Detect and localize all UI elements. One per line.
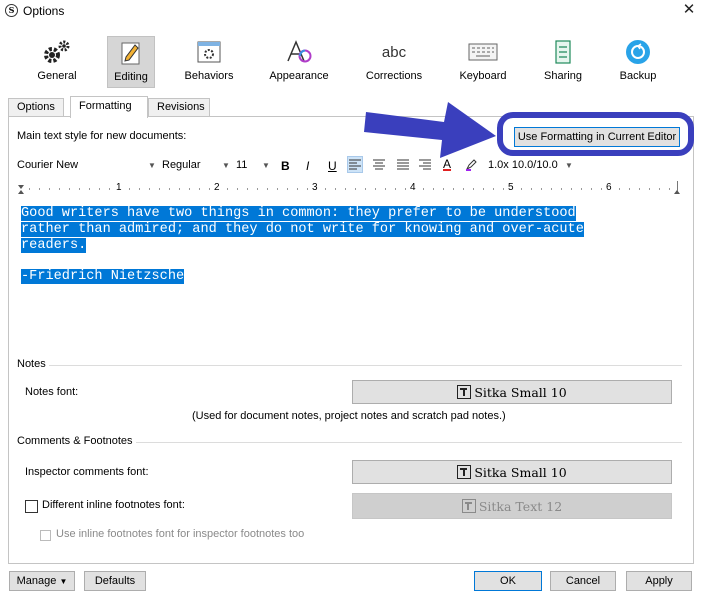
font-size-select[interactable]: 11: [236, 159, 247, 171]
window-title: Options: [23, 4, 65, 18]
category-editing[interactable]: Editing: [107, 36, 155, 88]
highlighter-icon[interactable]: [465, 158, 478, 171]
bold-button[interactable]: B: [281, 159, 290, 173]
sample-text-line: readers.: [21, 238, 87, 253]
sample-text-line: rather than admired; and they do not wri…: [21, 222, 584, 237]
inspector-comments-label: Inspector comments font:: [25, 466, 149, 478]
comments-section-label: Comments & Footnotes: [17, 435, 136, 447]
ruler-number: 1: [116, 182, 122, 193]
align-left-icon: [349, 159, 361, 170]
cancel-button[interactable]: Cancel: [550, 571, 616, 591]
sample-text-editor[interactable]: Good writers have two things in common: …: [17, 202, 682, 352]
category-corrections[interactable]: abc Corrections: [357, 36, 431, 88]
app-icon: S: [5, 4, 18, 17]
text-color-icon[interactable]: A: [443, 157, 451, 171]
abc-icon: abc: [381, 43, 407, 61]
sample-text-author: -Friedrich Nietzsche: [21, 269, 185, 284]
window-gear-icon: [172, 36, 246, 68]
italic-button[interactable]: I: [306, 159, 309, 173]
keyboard-icon: [446, 36, 520, 68]
tab-options[interactable]: Options: [8, 98, 64, 117]
apply-button[interactable]: Apply: [626, 571, 692, 591]
use-inline-footnotes-checkbox[interactable]: [40, 530, 51, 541]
notes-section-label: Notes: [17, 358, 49, 370]
font-icon: [457, 465, 472, 479]
ruler-number: 2: [214, 182, 220, 193]
font-icon: [461, 499, 476, 513]
ruler-number: 4: [410, 182, 416, 193]
line-spacing-select[interactable]: 1.0x 10.0/10.0: [488, 159, 558, 171]
font-color-icon: [262, 36, 336, 68]
inspector-comments-font-button[interactable]: Sitka Small 10: [352, 460, 672, 484]
notes-font-label: Notes font:: [25, 386, 79, 398]
tab-formatting[interactable]: Formatting: [70, 96, 148, 118]
ok-button[interactable]: OK: [474, 571, 542, 591]
ruler-number: 6: [606, 182, 612, 193]
category-backup[interactable]: Backup: [601, 36, 675, 88]
main-style-label: Main text style for new documents:: [17, 130, 187, 142]
chevron-down-icon[interactable]: ▼: [222, 161, 230, 170]
title-bar: S Options ✕: [0, 0, 701, 22]
ruler-number: 5: [508, 182, 514, 193]
notes-font-button[interactable]: Sitka Small 10: [352, 380, 672, 404]
ruler[interactable]: 1 2 3 4 5 6: [17, 180, 682, 198]
category-label: Sharing: [544, 70, 582, 82]
category-label: Backup: [619, 70, 657, 82]
category-label: Corrections: [365, 70, 423, 82]
category-sharing[interactable]: Sharing: [526, 36, 600, 88]
category-label: Appearance: [269, 70, 329, 82]
category-general[interactable]: General: [20, 36, 94, 88]
font-family-select[interactable]: Courier New: [17, 159, 78, 171]
chevron-down-icon[interactable]: ▼: [565, 161, 573, 170]
pencil-icon: [108, 37, 154, 69]
inline-footnotes-font-button[interactable]: Sitka Text 12: [352, 493, 672, 519]
chevron-down-icon: ▼: [59, 577, 68, 586]
category-label: General: [37, 70, 77, 82]
align-right-icon[interactable]: [419, 159, 431, 170]
font-style-select[interactable]: Regular: [162, 159, 201, 171]
tab-revisions[interactable]: Revisions: [148, 98, 210, 117]
annotation-arrow: [364, 102, 496, 158]
sharing-icon: [526, 36, 600, 68]
gears-icon: [20, 36, 94, 68]
close-button[interactable]: ✕: [680, 1, 698, 19]
category-keyboard[interactable]: Keyboard: [446, 36, 520, 88]
font-icon: [457, 385, 472, 399]
use-inline-footnotes-label: Use inline footnotes font for inspector …: [56, 528, 305, 540]
align-justify-icon[interactable]: [397, 159, 409, 170]
annotation-highlight-ring: [497, 112, 694, 156]
category-behaviors[interactable]: Behaviors: [172, 36, 246, 88]
category-label: Keyboard: [459, 70, 507, 82]
underline-button[interactable]: U: [328, 159, 337, 173]
align-center-icon[interactable]: [373, 159, 385, 170]
separator: [17, 365, 682, 366]
ruler-number: 3: [312, 182, 318, 193]
different-inline-footnotes-label: Different inline footnotes font:: [42, 499, 185, 511]
chevron-down-icon[interactable]: ▼: [148, 161, 156, 170]
category-label: Editing: [114, 71, 148, 83]
category-label: Behaviors: [184, 70, 234, 82]
chevron-down-icon[interactable]: ▼: [262, 161, 270, 170]
category-appearance[interactable]: Appearance: [262, 36, 336, 88]
backup-icon: [601, 36, 675, 68]
sample-text-line: Good writers have two things in common: …: [21, 206, 576, 221]
manage-button[interactable]: Manage ▼: [9, 571, 75, 591]
different-inline-footnotes-checkbox[interactable]: [25, 500, 38, 513]
defaults-button[interactable]: Defaults: [84, 571, 146, 591]
notes-font-hint: (Used for document notes, project notes …: [192, 410, 506, 422]
